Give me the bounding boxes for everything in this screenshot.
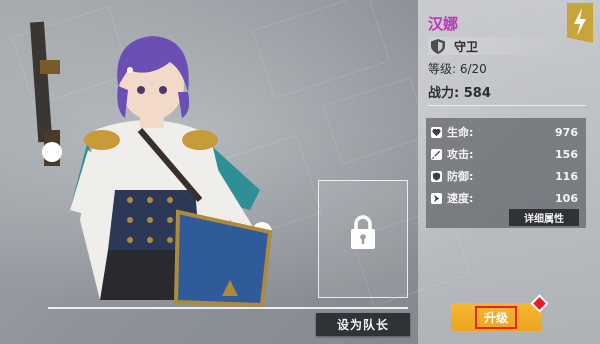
sword-icon — [431, 148, 442, 160]
stat-value: 976 — [555, 125, 578, 139]
stat-value: 156 — [555, 147, 578, 161]
shield-icon — [431, 38, 445, 54]
stat-label: 攻击: — [447, 148, 474, 161]
stat-label: 速度: — [447, 192, 474, 205]
stat-label: 生命: — [447, 126, 474, 139]
stat-row-defense: 防御: 116 — [426, 166, 586, 186]
power-label: 战力: 584 — [428, 86, 491, 101]
stat-row-speed: 速度: 106 — [426, 188, 586, 208]
lock-icon — [351, 215, 375, 249]
role-row: 守卫 — [428, 37, 570, 55]
set-leader-button[interactable]: 设为队长 — [316, 313, 410, 336]
hero-name: 汉娜 — [428, 15, 459, 33]
locked-equipment-slot[interactable] — [318, 180, 408, 298]
stat-value: 106 — [555, 191, 578, 205]
lightning-icon — [574, 8, 586, 36]
power-badge[interactable] — [567, 3, 593, 43]
shield-small-icon — [431, 170, 442, 182]
divider-line — [48, 307, 408, 309]
divider — [428, 105, 586, 106]
floor-tile — [322, 77, 430, 165]
upgrade-label: 升级 — [474, 305, 517, 329]
stat-row-hp: 生命: 976 — [426, 122, 586, 142]
stat-value: 116 — [555, 169, 578, 183]
detail-attributes-button[interactable]: 详细属性 — [509, 209, 579, 226]
role-label: 守卫 — [454, 39, 479, 54]
hero-portrait — [29, 21, 273, 308]
stat-label: 防御: — [447, 170, 474, 183]
level-label: 等级: 6/20 — [428, 62, 487, 76]
heart-icon — [431, 126, 442, 138]
upgrade-button[interactable]: 升级 — [451, 303, 541, 331]
speed-icon — [431, 192, 442, 204]
stat-row-attack: 攻击: 156 — [426, 144, 586, 164]
